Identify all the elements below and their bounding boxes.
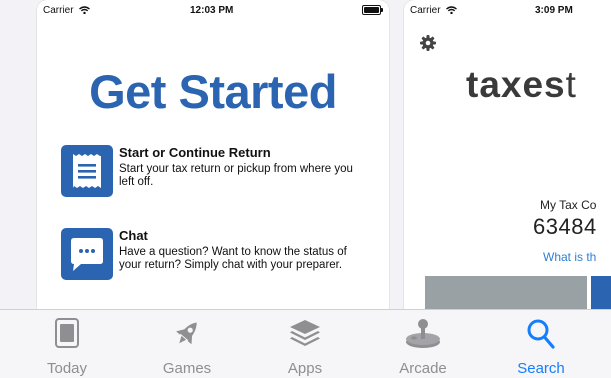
tab-apps[interactable]: Apps (255, 310, 355, 378)
status-bar: Carrier 3:09 PM (404, 0, 611, 20)
apps-stack-icon (290, 320, 320, 346)
tab-search[interactable]: Search (491, 310, 591, 378)
search-icon (527, 319, 555, 349)
row-description: Start your tax return or pickup from whe… (119, 163, 353, 188)
what-is-this-link[interactable]: What is th (543, 250, 596, 264)
page-title: Get Started (89, 65, 337, 118)
row-description: Have a question? Want to know the status… (119, 246, 347, 271)
brand-logo: taxest (466, 64, 577, 106)
tab-label: Arcade (399, 360, 447, 377)
tab-label: Games (162, 360, 212, 377)
carrier-text: Carrier (410, 5, 441, 16)
tab-games[interactable]: Games (137, 310, 237, 378)
logo-text: taxes (466, 64, 566, 105)
row-title: Chat (119, 228, 148, 243)
document-icon (61, 145, 113, 197)
wifi-icon (446, 6, 458, 15)
tab-label: Today (46, 360, 88, 377)
joystick-icon (406, 319, 440, 348)
app-screenshot-1[interactable]: Carrier 12:03 PM Get Started Start or Co… (37, 0, 389, 320)
status-time: 12:03 PM (190, 5, 234, 16)
battery-icon (362, 5, 383, 15)
wifi-icon (79, 6, 91, 15)
row-title: Start or Continue Return (119, 145, 271, 160)
carrier-text: Carrier (43, 5, 74, 16)
tax-code-value: 63484 (533, 214, 597, 239)
tab-today[interactable]: Today (17, 310, 117, 378)
logo-text-cut: t (565, 64, 577, 105)
chat-bubble-icon (61, 228, 113, 280)
today-icon (55, 318, 79, 348)
tab-label: Apps (287, 360, 323, 377)
carrier-label: Carrier (43, 5, 91, 16)
rocket-icon (176, 322, 197, 345)
tab-bar: Today Games Apps Arcade Search (0, 309, 611, 378)
carrier-label: Carrier (410, 5, 458, 16)
tab-arcade[interactable]: Arcade (373, 310, 473, 378)
tax-code-label: My Tax Co (540, 198, 597, 212)
tab-label: Search (517, 360, 565, 377)
status-time: 3:09 PM (535, 5, 573, 16)
status-bar: Carrier 12:03 PM (37, 0, 389, 20)
gear-icon (420, 35, 436, 51)
app-screenshot-2[interactable]: Carrier 3:09 PM taxest My Tax Co 63484 W… (404, 0, 611, 320)
